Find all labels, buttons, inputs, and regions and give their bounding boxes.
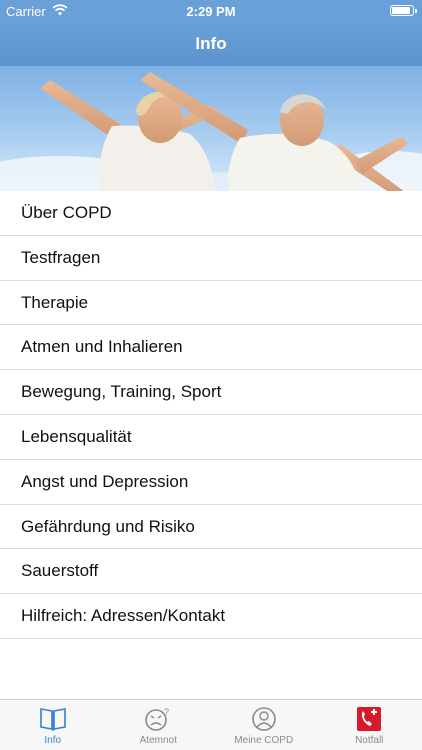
tab-label: Info xyxy=(44,735,62,746)
tab-info[interactable]: Info xyxy=(0,700,106,750)
list-item[interactable]: Lebensqualität xyxy=(0,414,422,460)
topic-list: Über COPD Testfragen Therapie Atmen und … xyxy=(0,191,422,639)
breathless-face-icon: ? xyxy=(145,707,169,731)
tab-label: Notfall xyxy=(355,735,384,746)
list-item[interactable]: Testfragen xyxy=(0,235,422,281)
tab-notfall[interactable]: Notfall xyxy=(317,700,422,750)
emergency-phone-icon xyxy=(357,707,382,731)
tab-label: Meine COPD xyxy=(234,735,294,746)
list-item[interactable]: Hilfreich: Adressen/Kontakt xyxy=(0,594,422,639)
battery-icon xyxy=(390,5,417,16)
person-profile-icon xyxy=(251,707,276,731)
list-item[interactable]: Atmen und Inhalieren xyxy=(0,325,422,371)
list-item[interactable]: Therapie xyxy=(0,280,422,326)
senior-couple-photo xyxy=(0,72,422,191)
navigation-bar: Info xyxy=(0,22,422,66)
status-bar: Carrier 2:29 PM xyxy=(0,0,422,22)
hero-image xyxy=(0,66,422,191)
tab-bar: Info ? Atemnot Meine COPD Notfall xyxy=(0,699,422,750)
list-item[interactable]: Angst und Depression xyxy=(0,459,422,505)
tab-label: Atemnot xyxy=(139,735,177,746)
book-icon xyxy=(39,708,66,731)
list-item[interactable]: Gefährdung und Risiko xyxy=(0,504,422,550)
list-item[interactable]: Bewegung, Training, Sport xyxy=(0,370,422,415)
tab-atemnot[interactable]: ? Atemnot xyxy=(106,700,212,750)
tab-meine-copd[interactable]: Meine COPD xyxy=(211,700,317,750)
clock: 2:29 PM xyxy=(186,4,236,19)
list-item[interactable]: Über COPD xyxy=(0,191,422,236)
svg-text:?: ? xyxy=(164,707,169,717)
list-item[interactable]: Sauerstoff xyxy=(0,549,422,595)
page-title: Info xyxy=(195,34,227,53)
